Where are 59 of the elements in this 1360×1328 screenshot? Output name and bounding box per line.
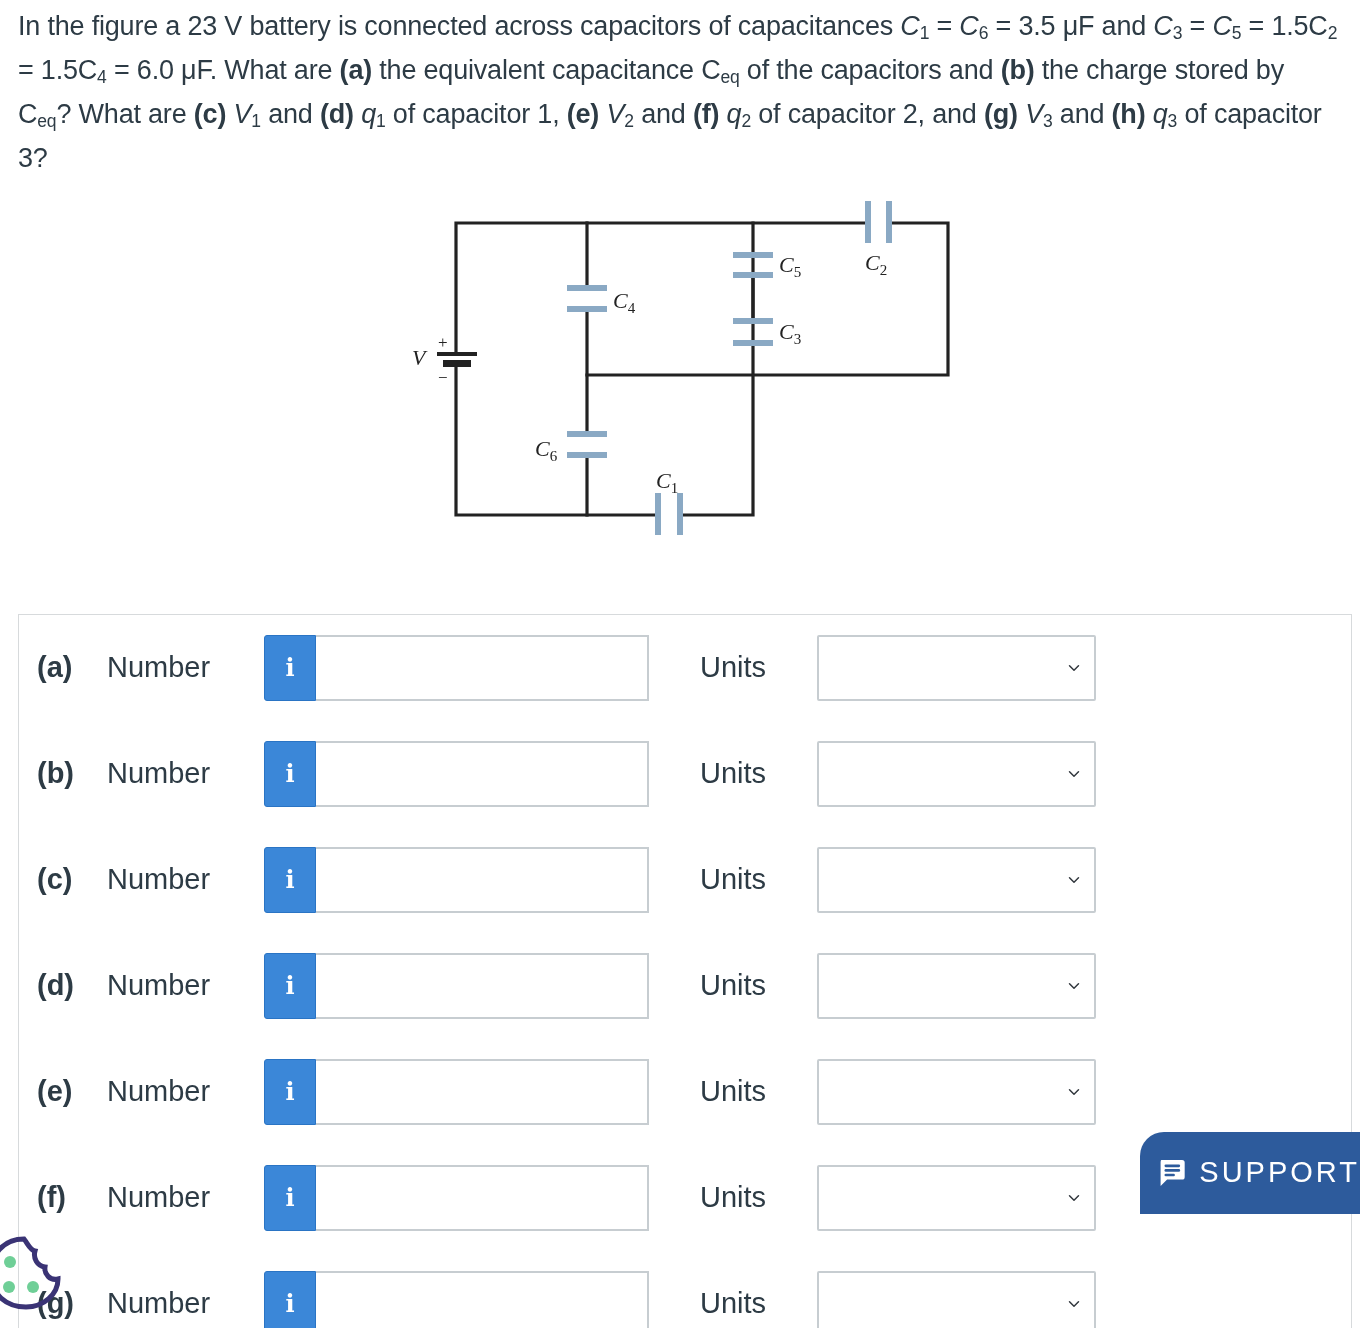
capacitor-symbol (567, 285, 607, 312)
capacitor-symbol (655, 493, 683, 535)
part-label: (c) (37, 862, 74, 898)
units-label: Units (700, 862, 768, 898)
capacitor-label: C$_{5}$ (779, 252, 802, 280)
capacitor-symbol (733, 318, 773, 346)
number-label: Number (107, 1074, 212, 1110)
number-label: Number (107, 650, 212, 686)
number-field[interactable] (316, 635, 649, 701)
capacitor-symbol (567, 431, 607, 458)
info-button[interactable]: i (264, 847, 316, 913)
number-label: Number (107, 862, 212, 898)
units-dropdown[interactable] (817, 635, 1096, 701)
units-label: Units (700, 1180, 768, 1216)
part-label: (a) (37, 650, 74, 686)
number-field[interactable] (316, 847, 649, 913)
number-label: Number (107, 1286, 212, 1322)
units-dropdown[interactable] (817, 741, 1096, 807)
number-field[interactable] (316, 1059, 649, 1125)
units-label: Units (700, 1074, 768, 1110)
capacitor-label: C$_{1}$ (656, 468, 679, 496)
part-label: (f) (37, 1180, 67, 1216)
capacitor-symbol (865, 201, 892, 243)
info-button[interactable]: i (264, 1165, 316, 1231)
info-button[interactable]: i (264, 741, 316, 807)
part-label: (e) (37, 1074, 74, 1110)
part-label: (b) (37, 756, 76, 792)
units-label: Units (700, 756, 768, 792)
question-text: In the figure a 23 V battery is connected across capacitors of capacitances C$_{1}$ = C$_{6}$ = 3.5 μF and C$_{3}$ = C$_{5}$ = 1.5C$_{2}$ = 1.5C$_{4}$ = 6.0 μF. What are (a) the equivalent capacitance C$_{eq}$ of the capacitors and (b) the charge stored by C$_{eq}$? What are (c) V$_{1}$ and (d) q$_{1}$ of capacitor 1, (e) V$_{2}$ and (f) q$_{2}$ of capacitor 2, and (g) V$_{3}$ and (h) q$_{3}$ of capacitor 3? (17, 10, 1339, 175)
units-label: Units (700, 1286, 768, 1322)
capacitor-label: C$_{6}$ (535, 436, 558, 464)
part-label: (d) (37, 968, 76, 1004)
number-field[interactable] (316, 1165, 649, 1231)
capacitor-label: C$_{4}$ (613, 288, 636, 316)
battery-symbol (437, 352, 477, 367)
info-button[interactable]: i (264, 635, 316, 701)
units-label: Units (700, 968, 768, 1004)
number-label: Number (107, 1180, 212, 1216)
capacitor-symbol (733, 252, 773, 278)
units-dropdown[interactable] (817, 1271, 1096, 1328)
minus-sign: − (438, 368, 448, 387)
units-dropdown[interactable] (817, 1059, 1096, 1125)
capacitor-label: C$_{3}$ (779, 319, 802, 347)
number-label: Number (107, 968, 212, 1004)
number-field[interactable] (316, 953, 649, 1019)
units-dropdown[interactable] (817, 1165, 1096, 1231)
plus-sign: + (438, 333, 448, 352)
number-label: Number (107, 756, 212, 792)
units-dropdown[interactable] (817, 953, 1096, 1019)
units-label: Units (700, 650, 768, 686)
units-dropdown[interactable] (817, 847, 1096, 913)
number-field[interactable] (316, 741, 649, 807)
capacitor-label: C$_{2}$ (865, 250, 888, 278)
voltage-label: V (412, 345, 426, 370)
info-button[interactable]: i (264, 1059, 316, 1125)
info-button[interactable]: i (264, 953, 316, 1019)
number-field[interactable] (316, 1271, 649, 1328)
info-button[interactable]: i (264, 1271, 316, 1328)
support-button[interactable]: SUPPORT (1140, 1132, 1360, 1214)
